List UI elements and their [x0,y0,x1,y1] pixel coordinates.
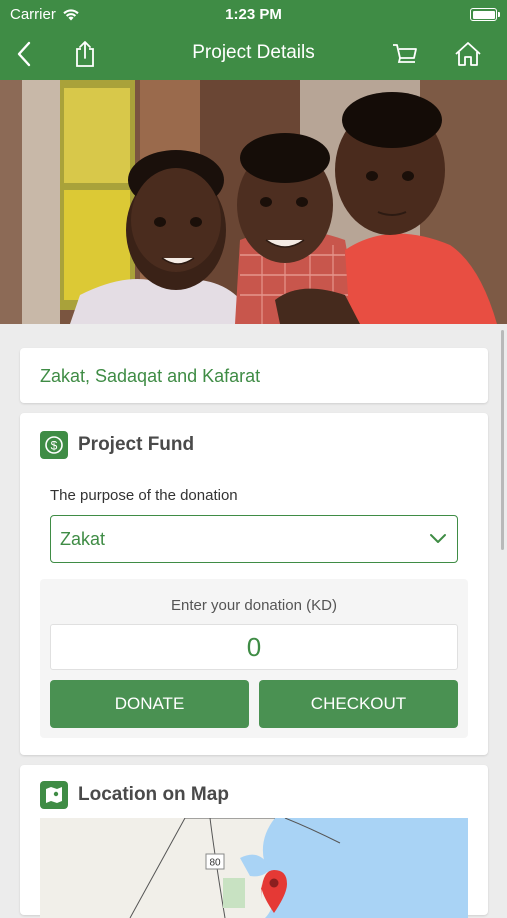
wifi-icon [63,8,79,20]
project-category: Zakat, Sadaqat and Kafarat [40,366,261,386]
map-icon [40,781,68,809]
road-marker-label: 80 [209,858,221,869]
map-tiles: 80 [40,818,468,918]
donation-label: Enter your donation (KD) [171,597,337,614]
nav-bar: Project Details [0,28,507,80]
purpose-label: The purpose of the donation [50,487,238,504]
project-fund-card: $ Project Fund The purpose of the donati… [20,413,488,755]
scroll-indicator[interactable] [501,330,504,550]
donation-panel: Enter your donation (KD) 0 DONATE CHECKO… [40,579,468,738]
status-bar: Carrier 1:23 PM [0,0,507,28]
fund-section-title: Project Fund [78,434,195,455]
project-hero-image [0,80,507,324]
cart-icon [393,44,417,63]
svg-text:$: $ [51,439,58,453]
donate-button[interactable]: DONATE [50,680,249,728]
home-icon [455,42,481,66]
location-card: Location on Map 80 [20,765,488,918]
home-button[interactable] [452,38,484,70]
donation-amount-input[interactable]: 0 [50,624,458,670]
location-map[interactable]: 80 [40,818,468,918]
donation-purpose-select[interactable]: Zakat [50,515,458,563]
children-photo [0,80,507,324]
carrier-info: Carrier [10,6,80,23]
checkout-button[interactable]: CHECKOUT [259,680,458,728]
category-card[interactable]: Zakat, Sadaqat and Kafarat [20,348,488,403]
purpose-value: Zakat [60,529,106,549]
chevron-down-icon [430,534,446,543]
page-title: Project Details [192,42,315,63]
cart-button[interactable] [389,38,421,70]
dollar-icon: $ [40,431,68,459]
carrier-label: Carrier [10,5,56,23]
battery-icon [470,8,500,21]
location-section-title: Location on Map [78,784,229,805]
